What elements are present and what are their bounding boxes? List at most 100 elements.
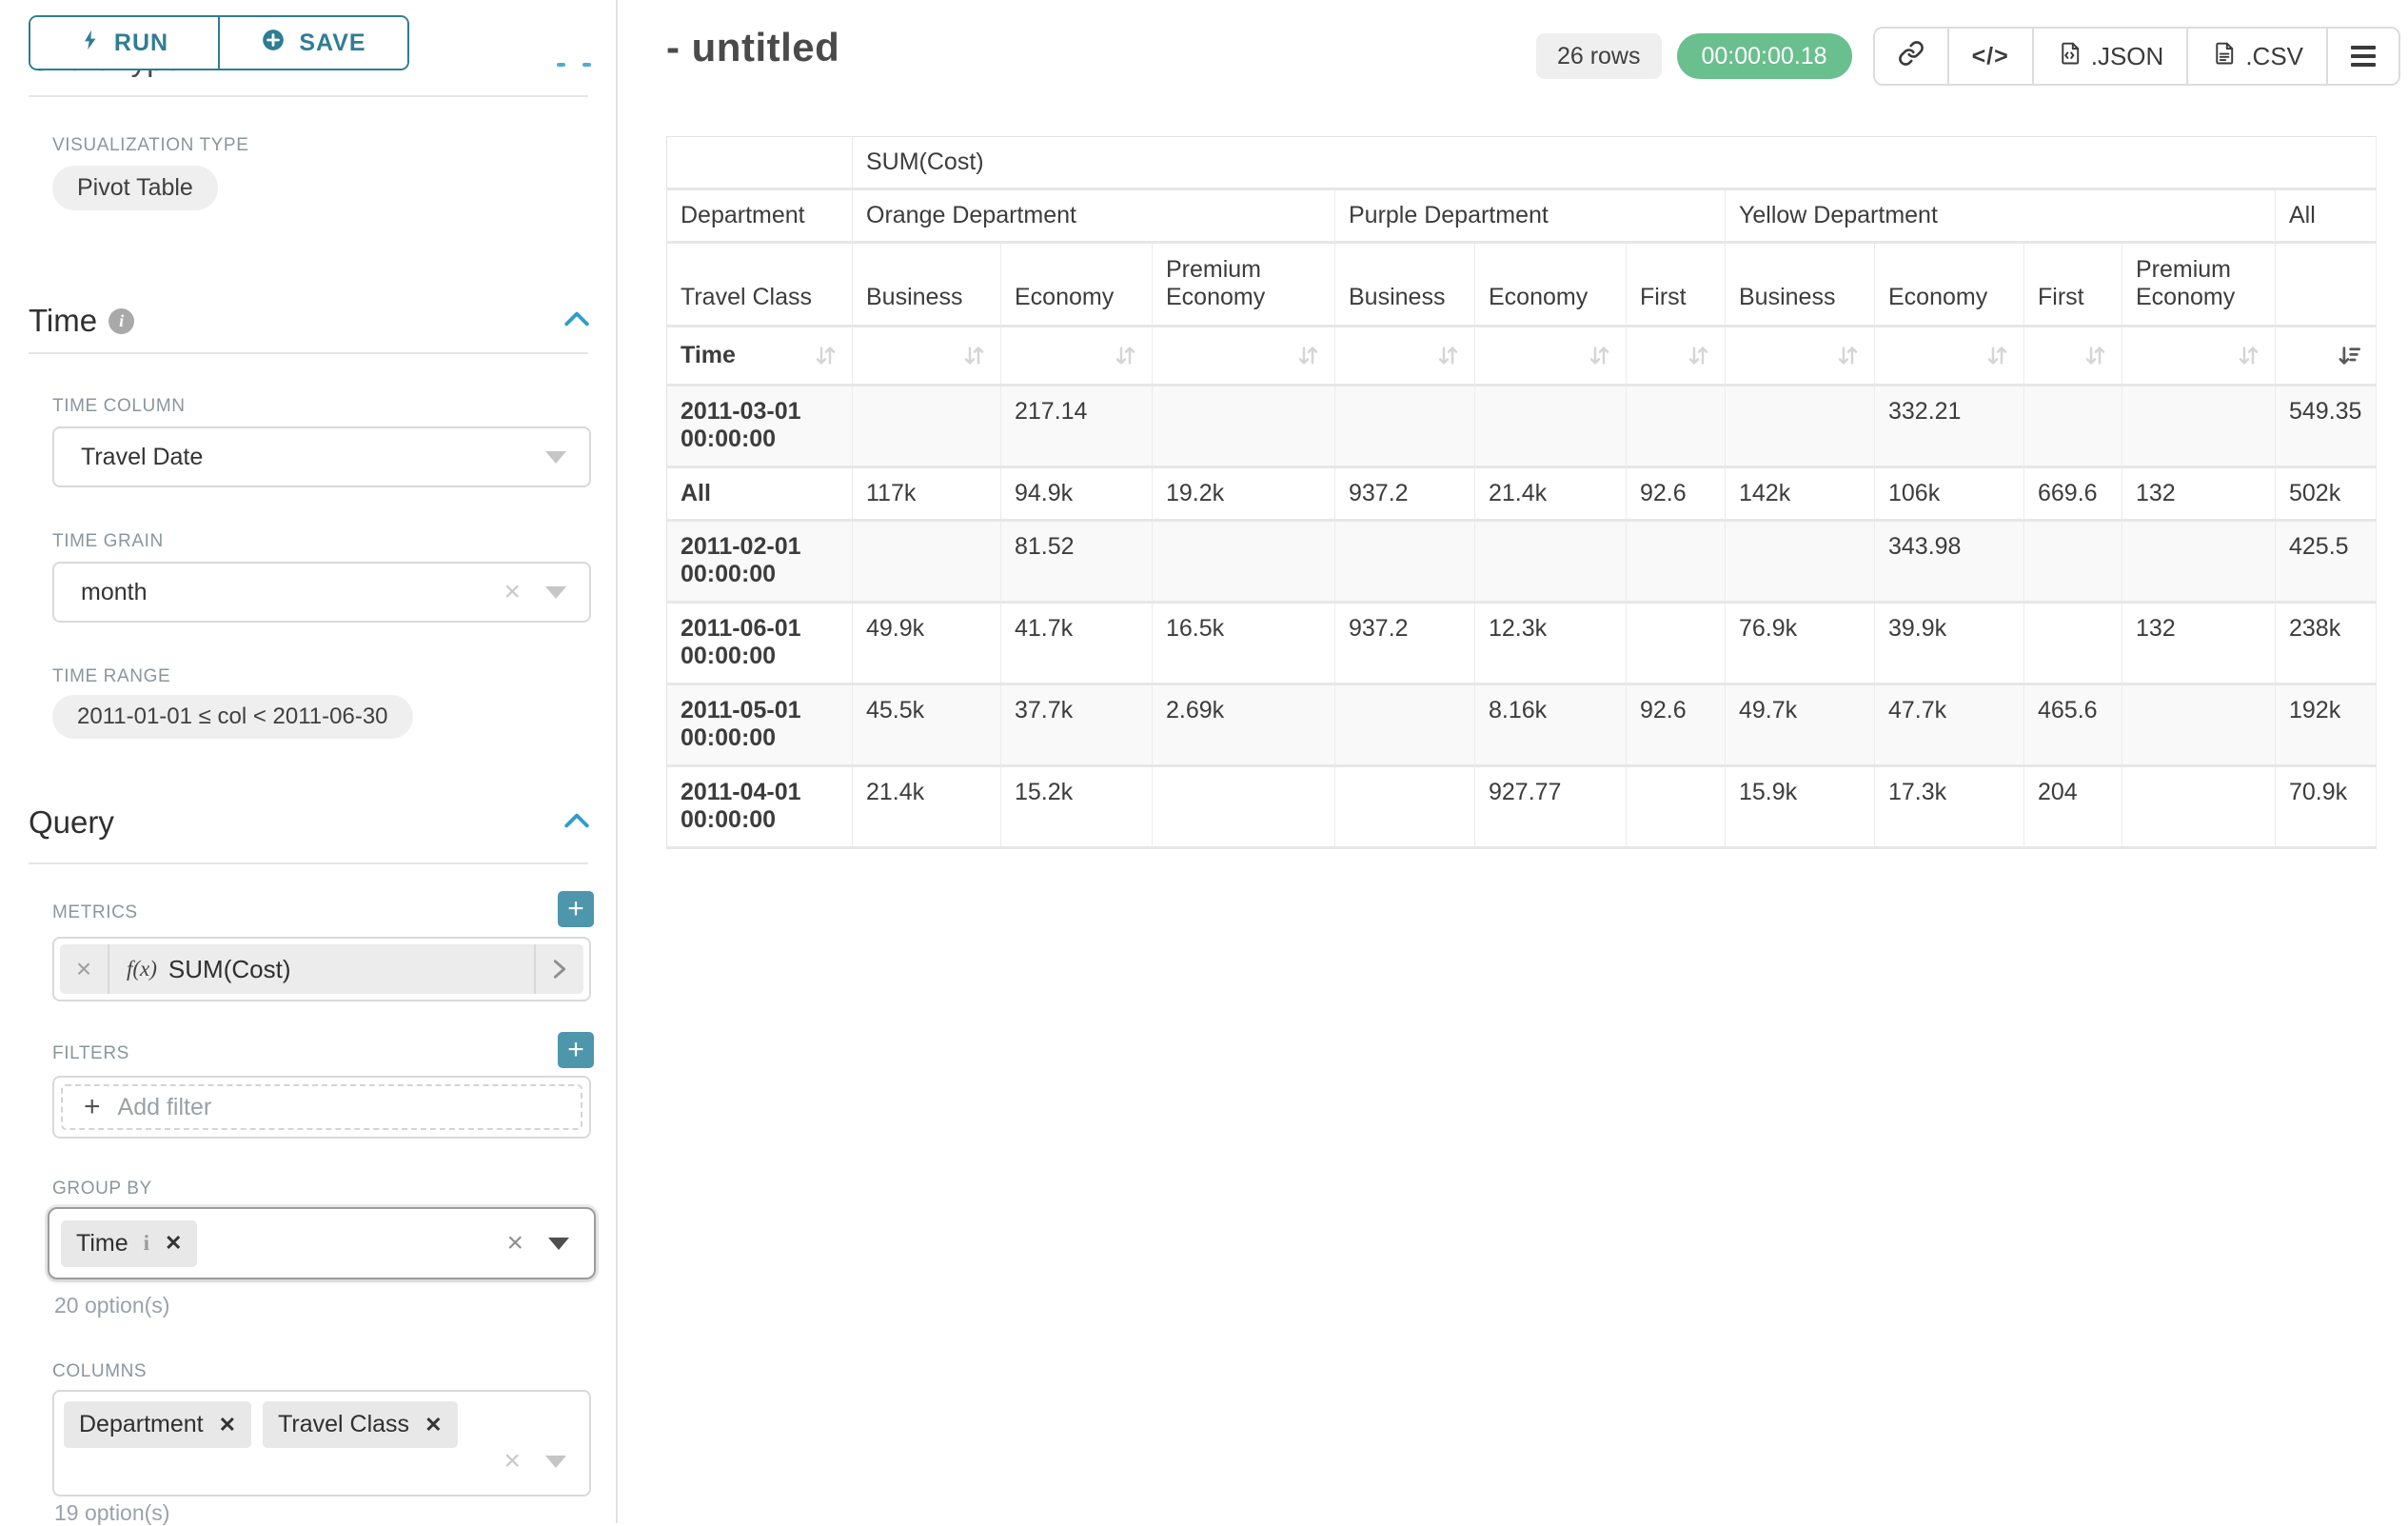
sort-descending-active-icon[interactable] (2337, 343, 2362, 368)
travel-class-header: First (1627, 243, 1726, 327)
clear-icon[interactable]: × (503, 578, 521, 606)
pivot-cell: 502k (2276, 467, 2377, 521)
pivot-cell: 549.35 (2276, 386, 2377, 467)
chevron-right-icon[interactable] (534, 944, 583, 994)
add-metric-button[interactable]: + (558, 891, 594, 927)
clear-icon[interactable]: × (506, 1229, 523, 1258)
pivot-cell: 16.5k (1153, 603, 1335, 684)
remove-metric-icon[interactable]: × (60, 944, 109, 994)
sort-icon[interactable] (1113, 343, 1138, 368)
visualization-type-value[interactable]: Pivot Table (52, 166, 218, 210)
sort-icon[interactable] (1686, 343, 1711, 368)
pivot-cell (853, 386, 1001, 467)
sort-icon[interactable] (1587, 343, 1612, 368)
export-csv-button[interactable]: .CSV (2186, 29, 2326, 84)
pivot-cell: 238k (2276, 603, 2377, 684)
sortable-column-header[interactable] (1153, 327, 1335, 386)
sort-icon[interactable] (2236, 343, 2261, 368)
sortable-column-header[interactable] (1726, 327, 1875, 386)
sort-icon[interactable] (961, 343, 987, 368)
chevron-up-icon[interactable] (563, 812, 590, 834)
pivot-row-label: 2011-02-01 00:00:00 (667, 521, 853, 603)
chevron-down-icon (545, 586, 566, 599)
share-link-button[interactable] (1875, 29, 1947, 84)
pivot-cell: 204 (2024, 766, 2122, 848)
view-query-button[interactable]: </> (1947, 29, 2032, 84)
pivot-cell: 19.2k (1153, 467, 1335, 521)
chevron-down-icon (545, 451, 566, 464)
export-json-button[interactable]: .JSON (2032, 29, 2187, 84)
add-filter-plus-button[interactable]: + (558, 1032, 594, 1068)
time-grain-value: month (81, 579, 503, 606)
sortable-column-header[interactable] (2122, 327, 2276, 386)
pivot-cell (1627, 603, 1726, 684)
group-by-tag[interactable]: Time i ✕ (61, 1220, 197, 1267)
pivot-cell: 117k (853, 467, 1001, 521)
sortable-column-header[interactable] (1475, 327, 1627, 386)
time-range-label: TIME RANGE (52, 666, 170, 687)
sortable-column-header[interactable] (1627, 327, 1726, 386)
sort-icon[interactable] (1984, 343, 2010, 368)
columns-tag[interactable]: Travel Class ✕ (263, 1401, 457, 1448)
info-icon: i (144, 1231, 149, 1256)
pivot-cell: 49.9k (853, 603, 1001, 684)
sort-icon[interactable] (1435, 343, 1461, 368)
save-button[interactable]: SAVE (218, 17, 407, 69)
sort-icon[interactable] (1295, 343, 1321, 368)
time-range-value[interactable]: 2011-01-01 ≤ col < 2011-06-30 (52, 695, 413, 739)
group-by-options-count: 20 option(s) (54, 1293, 169, 1318)
pivot-cell (2122, 386, 2276, 467)
group-by-select[interactable]: Time i ✕ × (48, 1207, 596, 1279)
pivot-cell: 17.3k (1875, 766, 2024, 848)
run-button[interactable]: RUN (30, 17, 218, 69)
metric-header-row: SUM(Cost) (667, 137, 2377, 189)
chevron-down-icon[interactable] (545, 1456, 566, 1468)
metric-item[interactable]: × f(x) SUM(Cost) (60, 944, 583, 994)
columns-select[interactable]: Department ✕ Travel Class ✕ × (52, 1390, 591, 1496)
pivot-table-container: SUM(Cost) Department Orange Department P… (666, 136, 2377, 849)
pivot-cell: 2.69k (1153, 684, 1335, 766)
pivot-cell: 12.3k (1475, 603, 1627, 684)
pivot-cell (1153, 521, 1335, 603)
lightning-bolt-icon (80, 27, 101, 60)
time-grain-select[interactable]: month × (52, 562, 591, 623)
add-filter-button[interactable]: + Add filter (61, 1084, 582, 1130)
time-column-select[interactable]: Travel Date (52, 426, 591, 487)
menu-button[interactable] (2326, 29, 2398, 84)
chevron-up-icon[interactable] (563, 310, 590, 332)
travel-class-row-label: Travel Class (667, 243, 853, 327)
sortable-column-header[interactable] (1335, 327, 1475, 386)
sortable-column-header[interactable] (853, 327, 1001, 386)
chart-title: - untitled (666, 25, 839, 70)
sort-icon[interactable] (813, 343, 839, 368)
pivot-row: 2011-04-01 00:00:0021.4k15.2k927.7715.9k… (667, 766, 2377, 848)
sortable-column-header[interactable] (2024, 327, 2122, 386)
metrics-control: × f(x) SUM(Cost) (52, 937, 591, 1001)
metric-header: SUM(Cost) (853, 137, 2377, 189)
chevron-down-icon[interactable] (548, 1238, 569, 1250)
columns-tag[interactable]: Department ✕ (64, 1401, 251, 1448)
remove-tag-icon[interactable]: ✕ (165, 1231, 182, 1256)
metric-label[interactable]: f(x) SUM(Cost) (109, 944, 534, 994)
sortable-column-header[interactable] (2276, 327, 2377, 386)
code-icon: </> (1972, 43, 2009, 70)
pivot-cell: 192k (2276, 684, 2377, 766)
pivot-cell: 21.4k (853, 766, 1001, 848)
pivot-cell: 343.98 (1875, 521, 2024, 603)
time-column-value: Travel Date (81, 444, 545, 471)
pivot-cell: 937.2 (1335, 603, 1475, 684)
clear-icon[interactable]: × (503, 1447, 521, 1476)
remove-tag-icon[interactable]: ✕ (424, 1413, 442, 1437)
sortable-column-header[interactable] (1875, 327, 2024, 386)
department-row-label: Department (667, 189, 853, 243)
sortable-column-header[interactable]: Time (667, 327, 853, 386)
sort-icon[interactable] (2082, 343, 2108, 368)
sortable-column-header[interactable] (1001, 327, 1153, 386)
sort-header-row: Time (667, 327, 2377, 386)
pivot-cell: 15.9k (1726, 766, 1875, 848)
fx-icon: f(x) (127, 957, 157, 981)
group-by-label: GROUP BY (52, 1179, 152, 1199)
query-timer-badge: 00:00:00.18 (1677, 33, 1852, 79)
sort-icon[interactable] (1835, 343, 1861, 368)
remove-tag-icon[interactable]: ✕ (219, 1413, 236, 1437)
